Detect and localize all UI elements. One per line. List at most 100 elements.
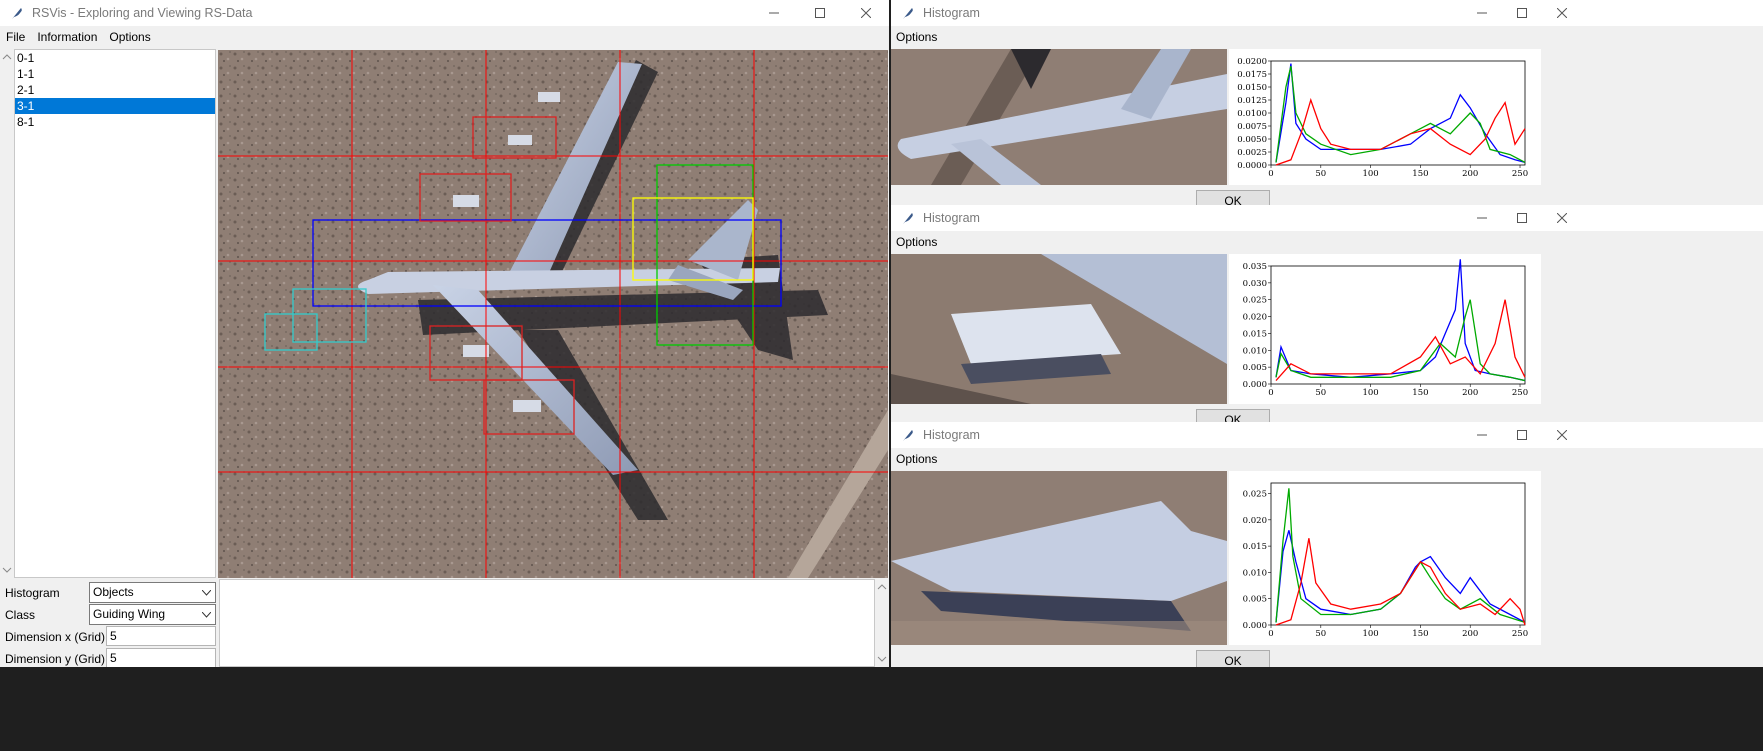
- dimension-x-field[interactable]: 5: [106, 626, 216, 646]
- x-tick-label: 250: [1512, 629, 1528, 639]
- histogram-window: Histogram Options 0.025 0.020 0.015 0.010 0.…: [891, 422, 1763, 667]
- close-icon: [1557, 8, 1567, 18]
- minimize-button[interactable]: [751, 0, 797, 26]
- maximize-icon: [815, 8, 825, 18]
- x-tick-label: 200: [1462, 169, 1478, 179]
- file-list-item[interactable]: 0-1: [15, 50, 215, 66]
- histogram-window-title: Histogram: [923, 211, 980, 225]
- scroll-up-icon[interactable]: [875, 581, 889, 593]
- maximize-icon: [1517, 213, 1527, 223]
- close-icon: [861, 8, 871, 18]
- histogram-series-line: [1275, 97, 1526, 166]
- y-tick-label: 0.005: [1243, 595, 1267, 605]
- histogram-combobox-value: Objects: [93, 585, 134, 599]
- close-button[interactable]: [843, 0, 889, 26]
- cropped-object-image: [891, 471, 1227, 645]
- histogram-titlebar[interactable]: Histogram: [891, 205, 1763, 231]
- x-tick-label: 100: [1362, 169, 1378, 179]
- close-button[interactable]: [1539, 422, 1585, 448]
- menu-file[interactable]: File: [0, 30, 31, 44]
- y-tick-label: 0.010: [1243, 568, 1267, 578]
- log-textbox[interactable]: [219, 579, 875, 667]
- histogram-series-line: [1275, 538, 1526, 626]
- class-combobox[interactable]: Guiding Wing: [89, 604, 216, 625]
- y-tick-label: 0.0175: [1237, 70, 1267, 80]
- x-tick-label: 0: [1268, 629, 1273, 639]
- main-window-title: RSVis - Exploring and Viewing RS-Data: [32, 6, 253, 20]
- histogram-combobox[interactable]: Objects: [89, 582, 216, 603]
- plot-frame: [1270, 265, 1526, 385]
- class-label: Class: [5, 608, 36, 622]
- class-combobox-value: Guiding Wing: [93, 607, 166, 621]
- chevron-down-icon[interactable]: [199, 605, 213, 624]
- scroll-down-icon[interactable]: [0, 564, 14, 576]
- histogram-titlebar[interactable]: Histogram: [891, 422, 1763, 448]
- ok-button[interactable]: OK: [1196, 190, 1270, 205]
- menu-options[interactable]: Options: [891, 30, 943, 44]
- menu-options[interactable]: Options: [103, 30, 156, 44]
- file-list-item[interactable]: 3-1: [15, 98, 215, 114]
- file-list-item[interactable]: 1-1: [15, 66, 215, 82]
- y-tick-label: 0.015: [1243, 329, 1267, 339]
- menu-information[interactable]: Information: [31, 30, 103, 44]
- scroll-up-icon[interactable]: [0, 51, 14, 63]
- file-listbox[interactable]: 0-1 1-1 2-1 3-1 8-1: [14, 49, 216, 578]
- tk-feather-icon: [903, 8, 913, 19]
- tk-feather-icon: [12, 8, 22, 19]
- dimension-y-label: Dimension y (Grid): [5, 652, 106, 666]
- y-tick-label: 0.000: [1243, 380, 1267, 390]
- menu-options[interactable]: Options: [891, 452, 943, 466]
- y-tick-label: 0.0025: [1237, 148, 1267, 158]
- y-tick-label: 0.025: [1243, 296, 1267, 306]
- x-tick-label: 250: [1512, 169, 1528, 179]
- histogram-chart: 0.0200 0.0175 0.0150 0.0125 0.0100 0.0075 0.00…: [1229, 49, 1541, 185]
- close-icon: [1557, 430, 1567, 440]
- histogram-window-title: Histogram: [923, 428, 980, 442]
- log-scrollbar[interactable]: [875, 579, 889, 667]
- ok-button[interactable]: OK: [1196, 409, 1270, 422]
- histogram-series-line: [1275, 488, 1526, 624]
- ok-button[interactable]: OK: [1196, 650, 1270, 667]
- x-tick-label: 200: [1462, 388, 1478, 398]
- x-tick-label: 0: [1268, 388, 1273, 398]
- histogram-menubar: Options: [891, 448, 1763, 470]
- y-tick-label: 0.005: [1243, 363, 1267, 373]
- y-tick-label: 0.0100: [1237, 109, 1267, 119]
- x-tick-label: 150: [1412, 388, 1428, 398]
- x-tick-label: 50: [1315, 169, 1326, 179]
- maximize-button[interactable]: [797, 0, 843, 26]
- main-titlebar[interactable]: RSVis - Exploring and Viewing RS-Data: [0, 0, 889, 26]
- y-tick-label: 0.0075: [1237, 122, 1267, 132]
- image-canvas[interactable]: [218, 50, 888, 578]
- histogram-window: Histogram Options 0.035 0.030 0.025 0.020 0.…: [891, 205, 1763, 422]
- file-list-item[interactable]: 2-1: [15, 82, 215, 98]
- minimize-icon: [769, 12, 779, 14]
- chevron-down-icon[interactable]: [199, 583, 213, 602]
- maximize-icon: [1517, 430, 1527, 440]
- histogram-titlebar[interactable]: Histogram: [891, 0, 1763, 26]
- x-tick-label: 250: [1512, 388, 1528, 398]
- scroll-down-icon[interactable]: [875, 653, 889, 665]
- y-tick-label: 0.0000: [1237, 161, 1267, 171]
- dimension-y-field[interactable]: 5: [106, 648, 216, 667]
- menu-options[interactable]: Options: [891, 235, 943, 249]
- y-tick-label: 0.0050: [1237, 135, 1267, 145]
- x-tick-label: 50: [1315, 629, 1326, 639]
- close-button[interactable]: [1539, 0, 1585, 26]
- x-tick-label: 150: [1412, 629, 1428, 639]
- tk-feather-icon: [903, 213, 913, 224]
- y-tick-label: 0.010: [1243, 346, 1267, 356]
- histogram-chart: 0.035 0.030 0.025 0.020 0.015 0.010 0.005 0.000…: [1229, 254, 1541, 404]
- close-button[interactable]: [1539, 205, 1585, 231]
- x-tick-label: 100: [1362, 629, 1378, 639]
- x-tick-label: 150: [1412, 169, 1428, 179]
- histogram-window: Histogram Options 0.0200 0.0175 0.0150 0.01…: [891, 0, 1763, 205]
- histogram-series-line: [1275, 66, 1526, 163]
- histogram-menubar: Options: [891, 231, 1763, 253]
- file-list-item[interactable]: 8-1: [15, 114, 215, 130]
- plot-frame: [1270, 60, 1526, 166]
- file-list-scrollbar[interactable]: [0, 49, 14, 578]
- minimize-icon: [1477, 12, 1487, 14]
- close-icon: [1557, 213, 1567, 223]
- histogram-series-line: [1275, 259, 1526, 382]
